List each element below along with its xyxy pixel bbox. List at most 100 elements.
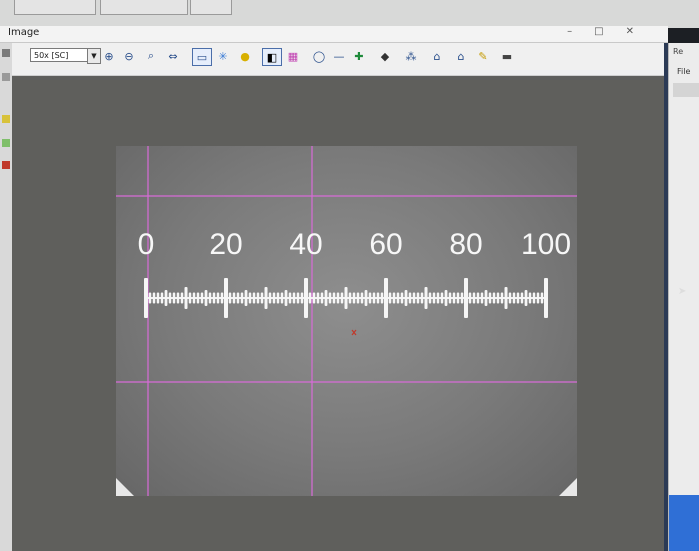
ruler-tick bbox=[512, 292, 516, 304]
minimize-icon[interactable]: – bbox=[567, 26, 594, 37]
tool-icon[interactable] bbox=[2, 139, 10, 147]
ruler-tick bbox=[256, 292, 260, 304]
ruler-tick bbox=[308, 292, 312, 304]
ruler-tick bbox=[144, 278, 148, 318]
ruler-label: 60 bbox=[369, 228, 402, 261]
ruler-tick bbox=[444, 290, 448, 306]
ruler-tick bbox=[436, 292, 440, 304]
tool-icon[interactable] bbox=[2, 161, 10, 169]
corner-glare bbox=[116, 478, 134, 496]
ruler-tick bbox=[340, 292, 344, 304]
ruler-tick bbox=[320, 292, 324, 304]
ruler-tick bbox=[272, 292, 276, 304]
ruler-tick bbox=[236, 292, 240, 304]
ruler-tick bbox=[508, 292, 512, 304]
live-camera-image[interactable]: 0 20 40 60 80 100 bbox=[116, 146, 577, 496]
ruler-tick bbox=[228, 292, 232, 304]
ruler-tick bbox=[448, 292, 452, 304]
pin-icon[interactable]: ◆ bbox=[376, 48, 394, 64]
ruler-tick bbox=[412, 292, 416, 304]
ruler-tick bbox=[352, 292, 356, 304]
tool-icon[interactable] bbox=[2, 73, 10, 81]
zoom-in-icon[interactable]: ⊕ bbox=[100, 48, 118, 64]
bulb-icon[interactable]: ● bbox=[236, 48, 254, 64]
ruler-tick bbox=[224, 278, 228, 318]
color-icon[interactable]: ▦ bbox=[284, 48, 302, 64]
close-icon[interactable]: ✕ bbox=[626, 26, 656, 37]
ruler-tick bbox=[488, 292, 492, 304]
image-window-titlebar: Image –□✕ bbox=[0, 26, 668, 43]
ruler-tick bbox=[196, 292, 200, 304]
ruler-tick bbox=[428, 292, 432, 304]
measure-line-icon[interactable]: — bbox=[330, 48, 348, 64]
ruler-tick bbox=[416, 292, 420, 304]
ruler-label: 80 bbox=[449, 228, 482, 261]
ruler-tick bbox=[476, 292, 480, 304]
ruler-tick bbox=[492, 292, 496, 304]
ruler-tick bbox=[292, 292, 296, 304]
zoom-out-icon[interactable]: ⊖ bbox=[120, 48, 138, 64]
tool-icon[interactable] bbox=[2, 115, 10, 123]
ruler-tick bbox=[516, 292, 520, 304]
ruler-tick bbox=[296, 292, 300, 304]
fit-width-icon[interactable]: ⇔ bbox=[164, 48, 182, 64]
ruler-tick bbox=[396, 292, 400, 304]
light-icon[interactable]: ✳ bbox=[214, 48, 232, 64]
side-panel: Re File bbox=[668, 43, 699, 551]
ruler-tick bbox=[316, 292, 320, 304]
ruler-label: 40 bbox=[289, 228, 322, 261]
ruler-tick bbox=[500, 292, 504, 304]
ruler-tick bbox=[432, 292, 436, 304]
zoom-fit-icon[interactable]: ⌕ bbox=[142, 48, 160, 64]
ruler-tick bbox=[284, 290, 288, 306]
ruler-tick bbox=[484, 290, 488, 306]
ruler-tick bbox=[240, 292, 244, 304]
ruler-tick bbox=[496, 292, 500, 304]
file-menu[interactable]: File bbox=[677, 67, 690, 76]
pencil-icon[interactable]: ✎ bbox=[474, 48, 492, 64]
grayscale-icon[interactable]: ◧ bbox=[262, 48, 282, 66]
ruler-tick bbox=[248, 292, 252, 304]
ruler-tick bbox=[480, 292, 484, 304]
ruler-tick bbox=[540, 292, 544, 304]
ruler-tick bbox=[400, 292, 404, 304]
ruler-tick bbox=[264, 287, 268, 309]
ruler-tick bbox=[372, 292, 376, 304]
ruler-tick bbox=[424, 287, 428, 309]
chevron-down-icon[interactable]: ▼ bbox=[87, 48, 101, 64]
ruler-tick bbox=[180, 292, 184, 304]
crosshair-icon[interactable]: ✚ bbox=[350, 48, 368, 64]
ruler-tick bbox=[460, 292, 464, 304]
ruler-tick bbox=[164, 290, 168, 306]
camera-icon[interactable]: ▬ bbox=[498, 48, 516, 64]
ruler-tick bbox=[252, 292, 256, 304]
select-rect-icon[interactable]: ▭ bbox=[192, 48, 212, 66]
ruler-tick bbox=[408, 292, 412, 304]
ruler-tick bbox=[152, 292, 156, 304]
camera-icon[interactable] bbox=[2, 49, 10, 57]
ruler-tick bbox=[176, 292, 180, 304]
ruler-tick bbox=[268, 292, 272, 304]
ruler-tick bbox=[420, 292, 424, 304]
ruler-tick bbox=[360, 292, 364, 304]
ruler-tick bbox=[504, 287, 508, 309]
ruler-tick bbox=[356, 292, 360, 304]
ruler-label: 0 bbox=[138, 228, 155, 261]
ruler-tick bbox=[184, 287, 188, 309]
ruler-tick bbox=[208, 292, 212, 304]
ruler-tick bbox=[524, 290, 528, 306]
background-tab bbox=[190, 0, 232, 15]
ruler-tick bbox=[528, 292, 532, 304]
measure-circle-icon[interactable]: ◯ bbox=[310, 48, 328, 64]
ruler-label: 100 bbox=[521, 228, 571, 261]
maximize-icon[interactable]: □ bbox=[594, 26, 625, 37]
ruler-tick bbox=[464, 278, 468, 318]
magnification-select[interactable]: 50x [SC] ▼ bbox=[30, 48, 101, 64]
ruler-tick bbox=[452, 292, 456, 304]
grid-icon[interactable]: ⁂ bbox=[402, 48, 420, 64]
home-icon[interactable]: ⌂ bbox=[428, 48, 446, 64]
background-tab bbox=[14, 0, 96, 15]
scale-icon[interactable]: ⌂ bbox=[452, 48, 470, 64]
ruler-tick bbox=[188, 292, 192, 304]
ruler-tick bbox=[200, 292, 204, 304]
